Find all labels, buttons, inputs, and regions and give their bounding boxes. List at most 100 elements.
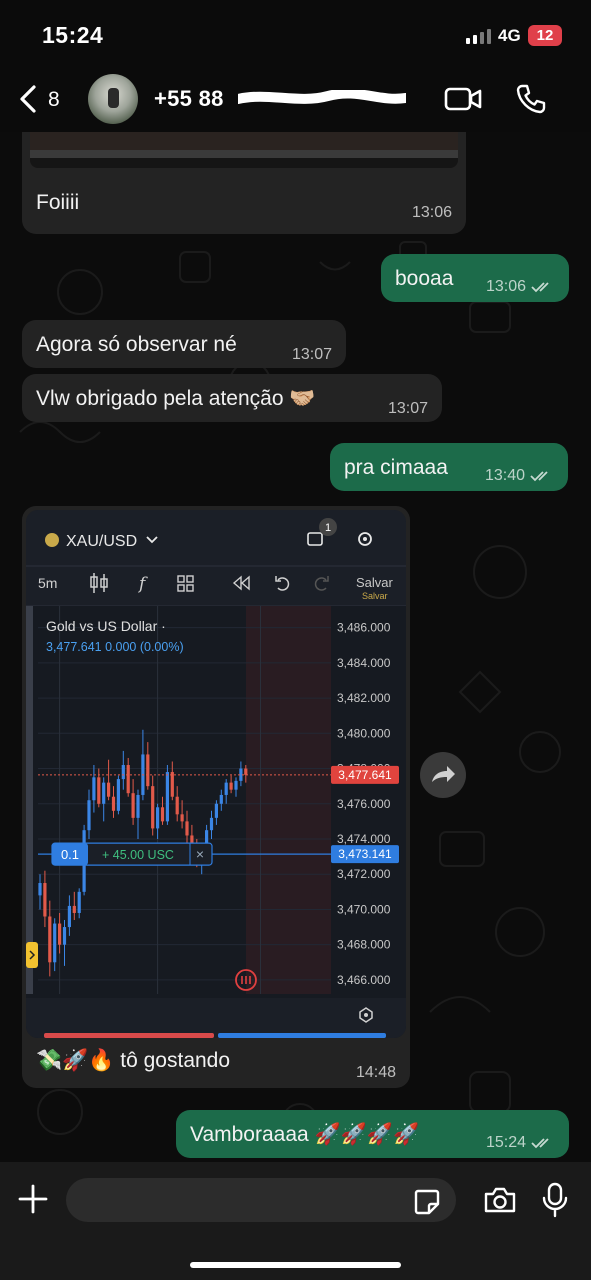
candle-body [175, 796, 179, 815]
position-close-button[interactable]: × [196, 846, 204, 862]
unread-count[interactable]: 8 [48, 88, 60, 112]
candle-body [180, 814, 184, 822]
message-bubble-incoming[interactable]: Foiiii 13:06 [22, 132, 466, 234]
position-price-label: 3,473.141 [338, 847, 392, 861]
back-chevron-icon[interactable] [16, 84, 42, 114]
y-tick-label: 3,486.000 [337, 621, 391, 635]
message-bubble-outgoing[interactable]: Vamboraaaa 🚀🚀🚀🚀 15:24 [176, 1110, 569, 1158]
candle-body [43, 883, 47, 917]
message-bubble-outgoing[interactable]: booaa 13:06 [381, 254, 569, 302]
message-time: 13:40 [485, 463, 552, 489]
y-tick-label: 3,476.000 [337, 797, 391, 811]
candle-body [72, 905, 76, 913]
status-bar: 15:24 4G 12 [0, 0, 591, 66]
video-call-icon[interactable] [444, 86, 482, 112]
message-time: 15:24 [486, 1130, 553, 1156]
instrument-name: Gold vs US Dollar · [46, 618, 166, 634]
message-bubble-incoming[interactable]: Agora só observar né 13:07 [22, 320, 346, 368]
candle-body [219, 794, 223, 804]
candle-body [62, 927, 67, 945]
avatar[interactable] [88, 74, 138, 124]
y-tick-label: 3,482.000 [337, 691, 391, 705]
candle-body [165, 772, 169, 822]
candle-body [126, 765, 130, 794]
save-sub-label: Salvar [362, 591, 388, 601]
y-tick-label: 3,466.000 [337, 973, 391, 987]
forward-button[interactable] [420, 752, 466, 798]
candle-body [116, 779, 120, 811]
contact-name[interactable]: +55 88 [154, 86, 224, 112]
candle-body [131, 793, 135, 818]
y-tick-label: 3,474.000 [337, 832, 391, 846]
timeframe-button[interactable]: 5m [38, 575, 57, 591]
candle-body [214, 803, 218, 818]
battery-icon: 12 [528, 25, 562, 46]
current-price-label: 3,477.641 [338, 768, 392, 782]
left-edge-strip [26, 606, 33, 994]
home-indicator [190, 1262, 401, 1268]
candle-body [234, 780, 238, 790]
message-caption: 💸🚀🔥 tô gostando [36, 1049, 231, 1072]
message-input[interactable] [66, 1178, 456, 1222]
message-time: 13:06 [411, 204, 452, 221]
candle-body [107, 782, 111, 797]
status-time: 15:24 [42, 22, 104, 48]
position-pnl: + 45.00 USC [102, 848, 174, 862]
attach-plus-icon[interactable] [18, 1184, 48, 1214]
message-text: Vlw obrigado pela atenção 🤝🏼 [36, 387, 316, 410]
candle-body [170, 772, 174, 797]
image-preview-cropped[interactable] [30, 132, 458, 168]
candle-body [229, 782, 233, 790]
gold-flag-icon [45, 533, 59, 547]
message-time: 13:07 [387, 400, 428, 417]
trading-chart[interactable]: XAU/USD 1 5m f Salvar Salvar 3,486.0003,… [26, 510, 406, 1038]
microphone-icon[interactable] [541, 1182, 569, 1218]
message-text: Vamboraaaa 🚀🚀🚀🚀 [190, 1123, 420, 1146]
message-text: Agora só observar né [36, 333, 237, 356]
candle-body [87, 800, 91, 831]
symbol-label[interactable]: XAU/USD [66, 533, 137, 550]
chart-screenshot[interactable]: XAU/USD 1 5m f Salvar Salvar 3,486.000 3… [26, 510, 406, 1038]
candle-body [111, 796, 116, 811]
message-text: Foiiii [36, 191, 80, 214]
candle-body [77, 891, 81, 913]
message-text: pra cimaaa [344, 456, 448, 479]
read-receipt-icon [531, 1138, 549, 1149]
message-text: booaa [395, 267, 454, 290]
candle-body [58, 923, 62, 945]
voice-call-icon[interactable] [515, 83, 547, 115]
alerts-badge-count: 1 [325, 522, 331, 534]
session-highlight [246, 606, 331, 994]
y-tick-label: 3,484.000 [337, 656, 391, 670]
candle-body [209, 817, 214, 831]
forward-arrow-icon [432, 766, 455, 782]
message-time: 14:48 [355, 1064, 396, 1081]
candle-body [156, 807, 160, 829]
message-bubble-incoming[interactable]: Vlw obrigado pela atenção 🤝🏼 13:07 [22, 374, 442, 422]
candle-body [67, 905, 71, 928]
y-tick-label: 3,470.000 [337, 902, 391, 916]
candle-body [160, 807, 165, 822]
read-receipt-icon [531, 282, 549, 293]
save-button[interactable]: Salvar [356, 575, 394, 590]
cellular-signal-icon [466, 28, 491, 44]
candle-body [244, 768, 248, 775]
candle-body [102, 782, 106, 804]
candle-body [224, 782, 228, 795]
chat-area[interactable]: Foiiii 13:06 booaa 13:06 Agora só observ… [0, 132, 591, 1162]
candle-body [48, 916, 52, 963]
quote-line: 3,477.641 0.000 (0.00%) [46, 640, 184, 654]
message-bubble-outgoing[interactable]: pra cimaaa 13:40 [330, 443, 568, 491]
message-time: 13:07 [291, 346, 332, 363]
candle-body [38, 883, 42, 896]
buy-button[interactable] [218, 1033, 386, 1038]
redaction-scribble [238, 90, 406, 104]
sell-button[interactable] [44, 1033, 214, 1038]
sticker-icon[interactable] [413, 1188, 441, 1216]
network-type: 4G [498, 26, 521, 45]
y-tick-label: 3,468.000 [337, 938, 391, 952]
position-qty: 0.1 [61, 847, 79, 862]
candle-body [185, 821, 189, 836]
camera-icon[interactable] [483, 1186, 517, 1214]
drawer-handle[interactable] [26, 942, 38, 968]
